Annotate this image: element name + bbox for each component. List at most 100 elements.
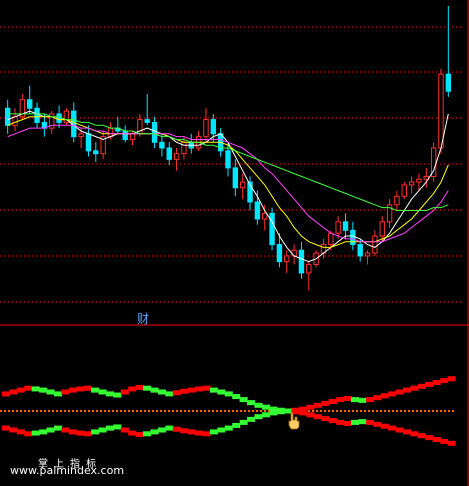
candle-body — [166, 147, 172, 160]
oscillator-bar — [187, 387, 196, 393]
candle — [423, 167, 429, 188]
oscillator-bar — [440, 378, 449, 384]
oscillator-bar — [254, 414, 263, 420]
candle-body — [284, 255, 290, 263]
oscillator-bar — [365, 397, 374, 403]
oscillator-bar — [343, 395, 352, 401]
candle — [19, 94, 26, 120]
candle-body — [416, 178, 422, 183]
oscillator-bar — [403, 429, 412, 435]
oscillator-bar — [120, 427, 129, 433]
oscillator-bar — [150, 429, 159, 435]
candle — [49, 111, 55, 134]
oscillator-bar — [113, 424, 122, 430]
oscillator-bar — [217, 427, 226, 433]
oscillator-bar — [328, 418, 337, 423]
candle — [93, 142, 99, 163]
candle-body — [269, 212, 275, 246]
oscillator-bar — [31, 430, 40, 436]
candle-body — [445, 73, 452, 92]
candle-body — [401, 184, 407, 197]
candle — [364, 250, 371, 265]
oscillator-bar — [209, 387, 218, 393]
oscillator-bar — [380, 393, 389, 399]
oscillator-bar — [365, 419, 374, 425]
oscillator-bar — [432, 437, 441, 442]
oscillator-bar — [128, 386, 137, 392]
oscillator-bar — [239, 397, 248, 403]
oscillator-bar — [306, 404, 315, 410]
oscillator-bar — [447, 440, 456, 446]
candle-body — [225, 150, 231, 169]
candle-body — [85, 133, 92, 152]
oscillator-bar — [46, 389, 55, 395]
oscillator-bar — [254, 402, 263, 408]
candle-body — [173, 153, 180, 160]
oscillator-bar — [395, 389, 404, 395]
candle-body — [357, 244, 363, 257]
candle-body — [306, 263, 312, 274]
oscillator-bar — [351, 419, 360, 425]
candle-body — [151, 121, 158, 143]
oscillator-bar — [165, 425, 174, 431]
candle — [298, 241, 305, 279]
candle — [63, 108, 70, 126]
candle-body — [379, 221, 385, 237]
candle-body — [394, 195, 400, 206]
oscillator-bar — [16, 387, 25, 393]
candle-body — [350, 229, 356, 246]
oscillator-bar — [113, 392, 122, 398]
oscillator-bar — [157, 427, 166, 433]
candle-body — [210, 119, 217, 135]
oscillator-bar — [343, 421, 352, 427]
cai-label[interactable]: 财 — [137, 310, 149, 327]
candle — [188, 133, 194, 154]
oscillator-bar — [195, 386, 204, 392]
oscillator-bar — [61, 427, 70, 433]
candle-body — [144, 119, 150, 123]
oscillator-bar — [83, 431, 92, 437]
oscillator-bar — [105, 391, 114, 397]
stock-chart — [0, 0, 469, 486]
oscillator-bar — [150, 387, 159, 393]
oscillator-bar — [232, 422, 241, 428]
oscillator-bar — [425, 435, 434, 441]
candle — [269, 207, 275, 251]
oscillator-bar — [321, 416, 330, 422]
candle — [430, 142, 437, 183]
oscillator-bar — [53, 425, 63, 431]
oscillator-bar — [172, 426, 181, 432]
candle — [357, 238, 363, 262]
oscillator-bar — [143, 431, 152, 437]
oscillator-bar — [91, 429, 100, 435]
candle-body — [107, 127, 114, 138]
oscillator-bar — [440, 438, 449, 444]
candle-body — [276, 244, 283, 263]
candle — [416, 173, 422, 191]
candle — [284, 250, 290, 273]
oscillator-bar — [217, 389, 226, 395]
oscillator-bar — [98, 427, 107, 433]
candle-body — [129, 133, 136, 140]
candle-body — [239, 181, 246, 189]
oscillator-bar — [76, 430, 85, 436]
oscillator-bar — [120, 389, 129, 395]
candle-body — [93, 150, 99, 155]
candle-body — [181, 141, 187, 155]
candle — [394, 190, 400, 211]
candle-body — [342, 221, 349, 231]
oscillator-bar — [276, 409, 285, 415]
candle — [408, 176, 415, 194]
oscillator-bar — [321, 400, 330, 406]
candle — [27, 85, 33, 114]
main-grid — [0, 26, 462, 303]
candle — [100, 130, 106, 160]
oscillator-bar — [261, 404, 270, 410]
candle-body — [34, 107, 40, 123]
candle — [203, 108, 209, 143]
candle-body — [372, 235, 378, 254]
oscillator-bar — [373, 395, 382, 401]
candle — [445, 6, 452, 97]
candle — [85, 125, 92, 157]
oscillator-bar — [410, 431, 419, 437]
